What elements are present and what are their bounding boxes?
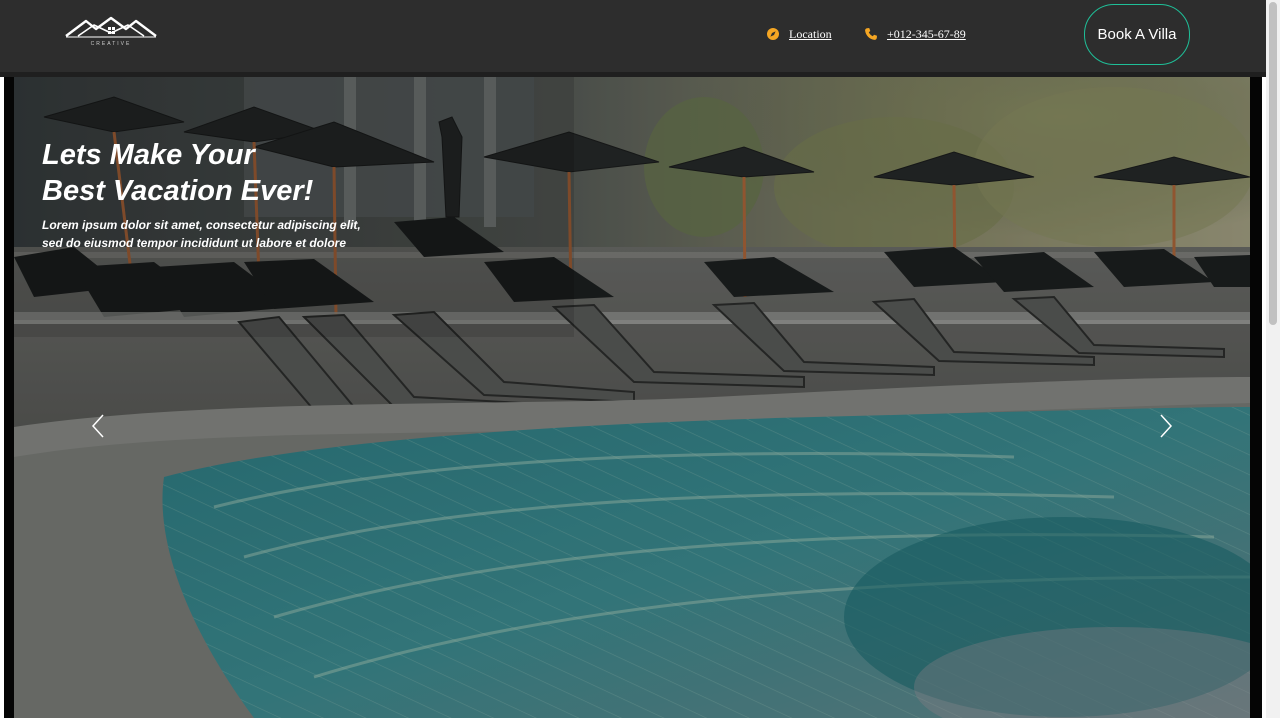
- phone-link[interactable]: +012-345-67-89: [887, 27, 966, 42]
- page-scrollbar[interactable]: [1266, 0, 1280, 718]
- book-villa-button[interactable]: Book A Villa: [1084, 4, 1190, 65]
- nav-phone[interactable]: +012-345-67-89: [864, 26, 966, 42]
- hero-subtitle-line-1: Lorem ipsum dolor sit amet, consectetur …: [42, 218, 361, 232]
- chevron-left-icon: [91, 414, 104, 438]
- hero-title: Lets Make Your Best Vacation Ever!: [42, 137, 462, 209]
- carousel-prev-button[interactable]: [88, 413, 110, 439]
- site-logo[interactable]: CREATIVE: [64, 16, 158, 52]
- page: CREATIVE Location +012-345-67-89 Book A …: [0, 0, 1280, 718]
- hero-subtitle-line-2: sed do eiusmod tempor incididunt ut labo…: [42, 236, 347, 250]
- hero-title-line-1: Lets Make Your: [42, 139, 255, 171]
- carousel-next-button[interactable]: [1155, 413, 1177, 439]
- hero-carousel: Lets Make Your Best Vacation Ever! Lorem…: [14, 77, 1250, 718]
- logo-text: CREATIVE: [90, 41, 132, 47]
- site-header: CREATIVE Location +012-345-67-89 Book A …: [0, 0, 1266, 72]
- scrollbar-thumb[interactable]: [1269, 2, 1277, 325]
- chevron-right-icon: [1160, 414, 1173, 438]
- logo-roof-icon: [65, 16, 157, 38]
- compass-icon: [766, 27, 780, 41]
- hero-subtitle: Lorem ipsum dolor sit amet, consectetur …: [42, 216, 402, 252]
- hero-title-line-2: Best Vacation Ever!: [42, 175, 314, 207]
- location-link[interactable]: Location: [789, 27, 832, 42]
- phone-icon: [864, 27, 878, 41]
- nav-location[interactable]: Location: [766, 26, 832, 42]
